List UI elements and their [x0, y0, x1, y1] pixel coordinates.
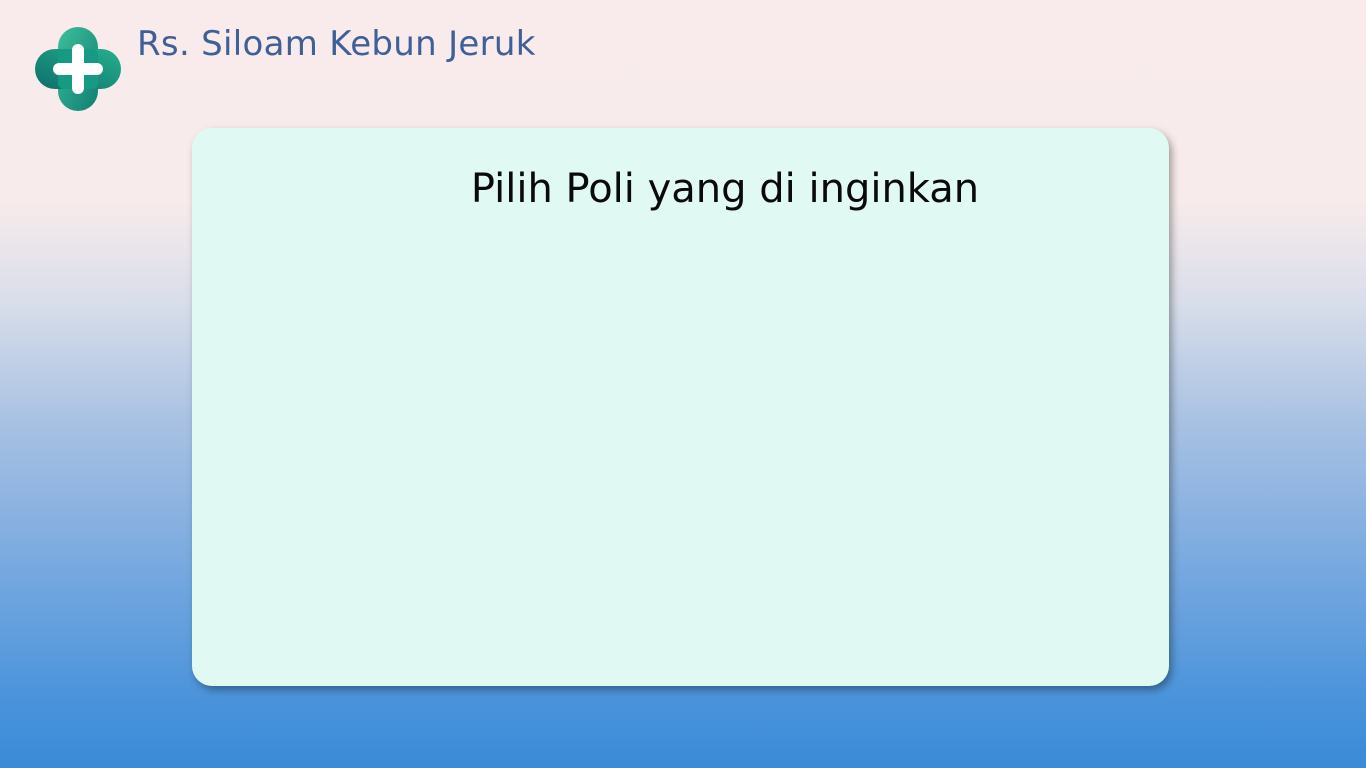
card-title: Pilih Poli yang di inginkan — [470, 166, 980, 212]
app-header: Rs. Siloam Kebun Jeruk — [0, 0, 1366, 120]
hospital-name: Rs. Siloam Kebun Jeruk — [137, 24, 536, 64]
poli-selection-card: Pilih Poli yang di inginkan — [192, 128, 1169, 686]
medical-cross-icon — [33, 25, 123, 113]
